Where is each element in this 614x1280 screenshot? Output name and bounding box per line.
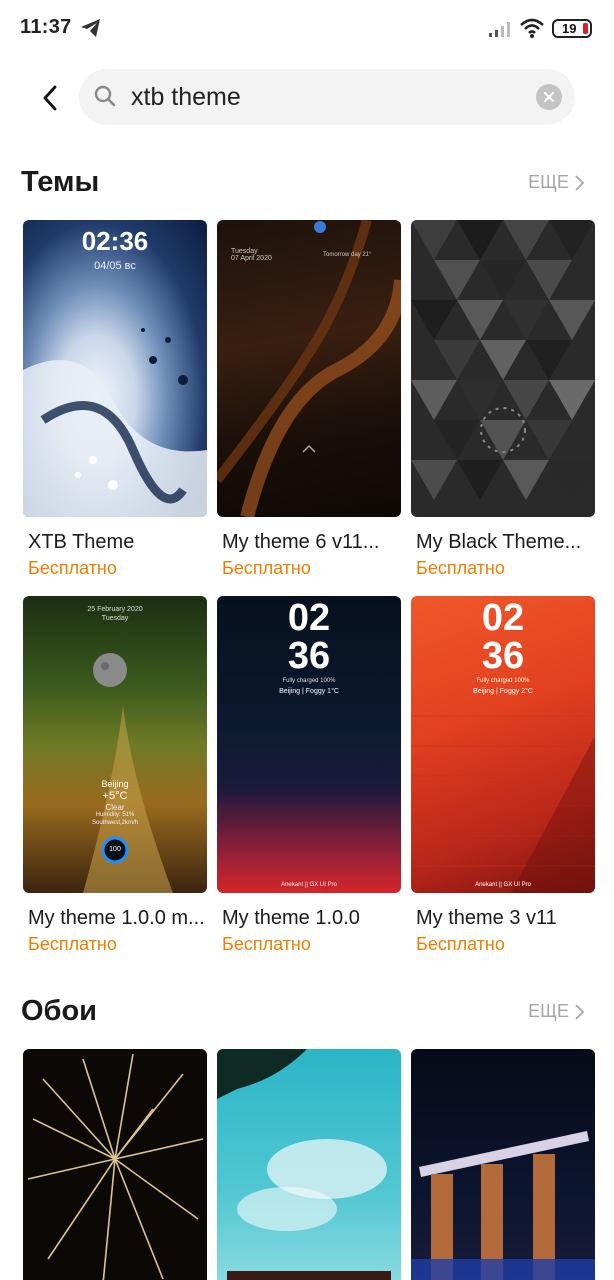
wallpapers-section-title: Обои xyxy=(21,995,98,1027)
preview-city: Beijing xyxy=(101,779,129,789)
theme-card-my-theme-100[interactable]: 02 36 Fully charged 100% Beijing | Foggy… xyxy=(217,596,401,955)
battery-indicator: 19 xyxy=(552,19,592,38)
themes-more-link[interactable]: ЕЩЕ xyxy=(528,172,584,193)
theme-card-my-theme-100-m[interactable]: 25 February 2020 Tuesday Beijing +5°C Cl… xyxy=(23,596,207,955)
theme-price: Бесплатно xyxy=(28,934,117,954)
preview-weather: Tomorrow day 21° xyxy=(323,252,372,258)
preview-day: Tuesday xyxy=(101,615,129,622)
theme-card-xtb[interactable]: 02:36 04/05 вс XTB Theme Бесплатно xyxy=(23,220,207,579)
chevron-right-icon xyxy=(575,1003,584,1020)
preview-ring-value: 100 xyxy=(109,846,121,853)
wallpapers-more-link[interactable]: ЕЩЕ xyxy=(528,1001,584,1022)
chevron-right-icon xyxy=(575,174,584,191)
chevron-left-icon xyxy=(43,85,57,111)
preview-wind: Southwest,2km/h xyxy=(91,820,139,826)
theme-preview xyxy=(411,220,595,517)
preview-location: Beijing | Foggy 1°C xyxy=(279,688,339,695)
preview-date: 25 February 2020 xyxy=(87,606,143,613)
theme-title: My Black Theme... xyxy=(416,531,582,553)
wifi-icon xyxy=(520,18,544,38)
preview-minute: 36 xyxy=(481,635,525,677)
theme-preview: 02 36 Fully charged 100% Beijing | Foggy… xyxy=(411,596,595,893)
city-art xyxy=(411,1131,595,1280)
status-bar: 11:37 19 xyxy=(0,0,614,58)
theme-preview: Tuesday 07 April 2020 Tomorrow day 21° xyxy=(217,220,401,517)
clear-search-button[interactable] xyxy=(536,84,562,110)
battery-low-mark xyxy=(583,23,588,34)
theme-price: Бесплатно xyxy=(28,558,117,578)
search-input[interactable] xyxy=(131,79,521,115)
preview-hour: 02 xyxy=(481,597,525,639)
wallpaper-sky[interactable] xyxy=(217,1049,401,1280)
preview-condition: Clear xyxy=(105,803,125,812)
theme-card-my-theme-3[interactable]: 02 36 Fully charged 100% Beijing | Foggy… xyxy=(411,596,595,955)
preview-date: 04/05 вс xyxy=(94,260,136,272)
theme-title: My theme 1.0.0 xyxy=(222,907,360,929)
preview-location: Beijing | Foggy 2°C xyxy=(473,688,533,695)
preview-humidity: Humidity: 51% xyxy=(95,812,135,818)
preview-date: Tuesday 07 April 2020 xyxy=(231,248,272,262)
search-bar[interactable] xyxy=(79,69,575,125)
wallpaper-fireworks[interactable] xyxy=(23,1049,207,1280)
signal-icon xyxy=(489,22,510,37)
close-icon xyxy=(543,91,555,103)
wallpaper-city[interactable] xyxy=(411,1049,595,1280)
theme-price: Бесплатно xyxy=(222,558,311,578)
sky-art xyxy=(217,1049,391,1280)
theme-card-my-black-theme[interactable]: My Black Theme... Бесплатно xyxy=(411,220,595,579)
fireworks-art xyxy=(27,1053,204,1280)
themes-section-title: Темы xyxy=(21,166,100,198)
preview-temp: +5°C xyxy=(102,790,128,802)
theme-title: My theme 3 v11 xyxy=(416,907,557,929)
themes-more-label: ЕЩЕ xyxy=(528,172,569,192)
theme-price: Бесплатно xyxy=(222,934,311,954)
theme-title: My theme 1.0.0 m... xyxy=(28,907,205,929)
preview-brand: Anekant || GX UI Pro xyxy=(475,882,531,888)
preview-brand: Anekant || GX UI Pro xyxy=(281,882,337,888)
theme-price: Бесплатно xyxy=(416,558,505,578)
back-button[interactable] xyxy=(30,78,70,118)
telegram-icon xyxy=(81,19,100,37)
theme-preview: 02 36 Fully charged 100% Beijing | Foggy… xyxy=(217,596,401,893)
theme-price: Бесплатно xyxy=(416,934,505,954)
wallpapers-more-label: ЕЩЕ xyxy=(528,1001,569,1021)
preview-charge: Fully charged 100% xyxy=(282,678,336,684)
theme-preview: 02:36 04/05 вс xyxy=(23,220,207,517)
theme-preview: 25 February 2020 Tuesday Beijing +5°C Cl… xyxy=(23,596,207,893)
search-icon xyxy=(94,85,116,107)
preview-hour: 02 xyxy=(287,597,331,639)
preview-minute: 36 xyxy=(287,635,331,677)
preview-clock: 02:36 xyxy=(81,226,149,256)
theme-title: XTB Theme xyxy=(28,531,135,553)
triangle-pattern xyxy=(411,220,595,500)
battery-level: 19 xyxy=(562,21,577,36)
theme-card-my-theme-6[interactable]: Tuesday 07 April 2020 Tomorrow day 21° M… xyxy=(217,220,401,579)
theme-title: My theme 6 v11... xyxy=(222,531,380,553)
status-time: 11:37 xyxy=(20,16,72,38)
silk-art xyxy=(217,220,401,517)
preview-charge: Fully charged 100% xyxy=(476,678,530,684)
